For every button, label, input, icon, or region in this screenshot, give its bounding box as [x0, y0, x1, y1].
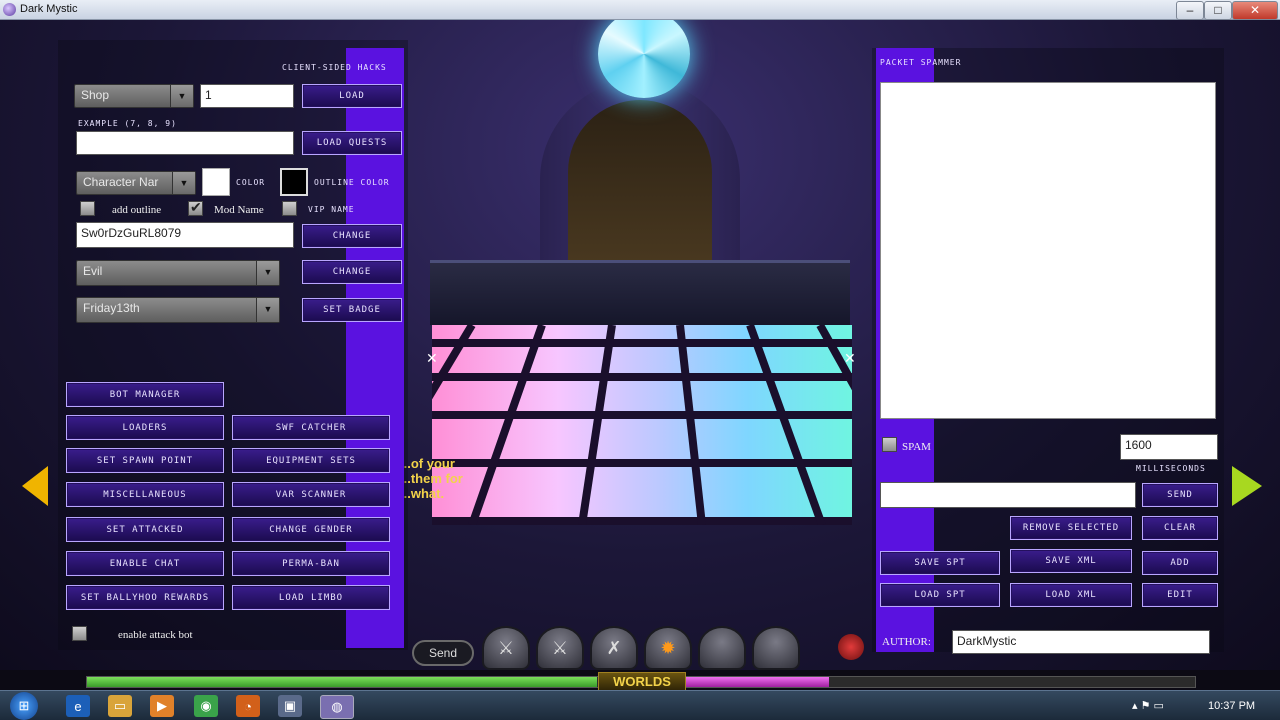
example-label: EXAMPLE (7, 8, 9): [78, 119, 177, 128]
chevron-down-icon: ▼: [172, 172, 195, 194]
perma-ban-button[interactable]: PERMA-BAN: [232, 551, 390, 576]
author-input[interactable]: DarkMystic: [952, 630, 1210, 654]
dance-floor: [432, 325, 852, 525]
dark-mystic-taskbar-icon[interactable]: ◍: [320, 695, 354, 719]
firefox-icon[interactable]: ◔: [236, 695, 260, 717]
change-gender-button[interactable]: CHANGE GENDER: [232, 517, 390, 542]
miscellaneous-button[interactable]: MISCELLANEOUS: [66, 482, 224, 507]
start-orb-icon[interactable]: ⊞: [10, 692, 38, 720]
taskbar-clock[interactable]: 10:37 PM: [1208, 700, 1255, 712]
tray-icons[interactable]: ▴ ⚑ ▭: [1132, 699, 1164, 712]
var-scanner-button[interactable]: VAR SCANNER: [232, 482, 390, 507]
packet-input[interactable]: [880, 482, 1136, 508]
client-hacks-header: CLIENT-SIDED HACKS: [282, 63, 387, 72]
load-quests-button[interactable]: LOAD QUESTS: [302, 131, 402, 155]
close-x-icon[interactable]: ✕: [426, 350, 438, 367]
interval-stepper[interactable]: 1600: [1120, 434, 1218, 460]
outline-color-label: OUTLINE COLOR: [314, 178, 390, 187]
empty-slot-icon[interactable]: [698, 626, 746, 670]
save-spt-button[interactable]: SAVE SPT: [880, 551, 1000, 575]
stage-ledge: [430, 260, 850, 325]
fire-icon[interactable]: ✹: [644, 626, 692, 670]
app-icon[interactable]: ▣: [278, 695, 302, 717]
set-badge-button[interactable]: SET BADGE: [302, 298, 402, 322]
chevron-down-icon: ▼: [256, 298, 279, 322]
floor-grid: [432, 325, 852, 525]
load-xml-button[interactable]: LOAD XML: [1010, 583, 1132, 607]
name-type-select[interactable]: Character Nar ▼: [76, 171, 196, 195]
window-title: Dark Mystic: [20, 3, 78, 15]
badge-select[interactable]: Friday13th ▼: [76, 297, 280, 323]
heart-icon[interactable]: [838, 634, 864, 660]
add-button[interactable]: ADD: [1142, 551, 1218, 575]
chevron-down-icon: ▼: [170, 85, 193, 107]
right-arrow-icon[interactable]: [1232, 466, 1262, 506]
worlds-button[interactable]: WORLDS: [598, 672, 686, 692]
name-input[interactable]: Sw0rDzGuRL8079: [76, 222, 294, 248]
shop-select[interactable]: Shop ▼: [74, 84, 194, 108]
spam-checkbox[interactable]: [882, 437, 897, 452]
app-icon: [3, 3, 16, 16]
set-attacked-button[interactable]: SET ATTACKED: [66, 517, 224, 542]
spam-label: SPAM: [902, 441, 931, 453]
mod-name-checkbox[interactable]: [188, 199, 203, 216]
vip-name-label: VIP NAME: [308, 205, 355, 214]
chat-send-button[interactable]: Send: [412, 640, 474, 666]
packet-spammer-header: PACKET SPAMMER: [880, 58, 962, 67]
enable-attack-bot-checkbox[interactable]: [72, 626, 87, 641]
taskbar: ⊞ e ▭ ▶ ◉ ◔ ▣ ◍ ▴ ⚑ ▭ 10:37 PM: [0, 690, 1280, 720]
left-arrow-icon[interactable]: [22, 466, 48, 506]
change-name-button[interactable]: CHANGE: [302, 224, 402, 248]
set-ballyhoo-rewards-button[interactable]: SET BALLYHOO REWARDS: [66, 585, 224, 610]
chat-snippet: ...of your ...them for ...what.: [400, 456, 463, 501]
alignment-select[interactable]: Evil ▼: [76, 260, 280, 286]
empty-slot-icon[interactable]: [752, 626, 800, 670]
packet-list[interactable]: [880, 82, 1216, 419]
quantity-stepper[interactable]: 1: [200, 84, 294, 108]
edit-button[interactable]: EDIT: [1142, 583, 1218, 607]
enable-chat-button[interactable]: ENABLE CHAT: [66, 551, 224, 576]
maximize-button[interactable]: □: [1204, 1, 1232, 20]
chrome-icon[interactable]: ◉: [194, 695, 218, 717]
load-limbo-button[interactable]: LOAD LIMBO: [232, 585, 390, 610]
loaders-button[interactable]: LOADERS: [66, 415, 224, 440]
vip-name-checkbox[interactable]: [282, 201, 297, 216]
folder-icon[interactable]: ▭: [108, 695, 132, 717]
author-label: AUTHOR:: [882, 636, 931, 648]
milliseconds-label: MILLISECONDS: [1136, 464, 1206, 473]
enable-attack-bot-label: enable attack bot: [118, 629, 193, 641]
close-x-icon[interactable]: ✕: [844, 350, 856, 367]
castle-door: [568, 100, 712, 270]
clear-button[interactable]: CLEAR: [1142, 516, 1218, 540]
swf-catcher-button[interactable]: SWF CATCHER: [232, 415, 390, 440]
ie-icon[interactable]: e: [66, 695, 90, 717]
blade-icon[interactable]: ✗: [590, 626, 638, 670]
xp-progress-fill: [87, 677, 597, 687]
media-player-icon[interactable]: ▶: [150, 695, 174, 717]
send-packet-button[interactable]: SEND: [1142, 483, 1218, 507]
rep-progress-fill: [685, 677, 830, 687]
sword-icon[interactable]: ⚔: [482, 626, 530, 670]
bot-manager-button[interactable]: BOT MANAGER: [66, 382, 224, 407]
save-xml-button[interactable]: SAVE XML: [1010, 549, 1132, 573]
close-button[interactable]: ✕: [1232, 1, 1278, 20]
outline-color-swatch[interactable]: [280, 168, 308, 196]
color-swatch[interactable]: [202, 168, 230, 196]
load-button[interactable]: LOAD: [302, 84, 402, 108]
load-spt-button[interactable]: LOAD SPT: [880, 583, 1000, 607]
set-spawn-point-button[interactable]: SET SPAWN POINT: [66, 448, 224, 473]
change-alignment-button[interactable]: CHANGE: [302, 260, 402, 284]
color-label: COLOR: [236, 178, 266, 187]
window-titlebar: Dark Mystic – □ ✕: [0, 0, 1280, 20]
remove-selected-button[interactable]: REMOVE SELECTED: [1010, 516, 1132, 540]
equipment-sets-button[interactable]: EQUIPMENT SETS: [232, 448, 390, 473]
add-outline-checkbox[interactable]: [80, 201, 95, 216]
add-outline-label: add outline: [112, 204, 162, 216]
chevron-down-icon: ▼: [256, 261, 279, 285]
sword-icon[interactable]: ⚔: [536, 626, 584, 670]
mod-name-label: Mod Name: [214, 204, 264, 216]
quests-input[interactable]: [76, 131, 294, 155]
minimize-button[interactable]: –: [1176, 1, 1204, 20]
